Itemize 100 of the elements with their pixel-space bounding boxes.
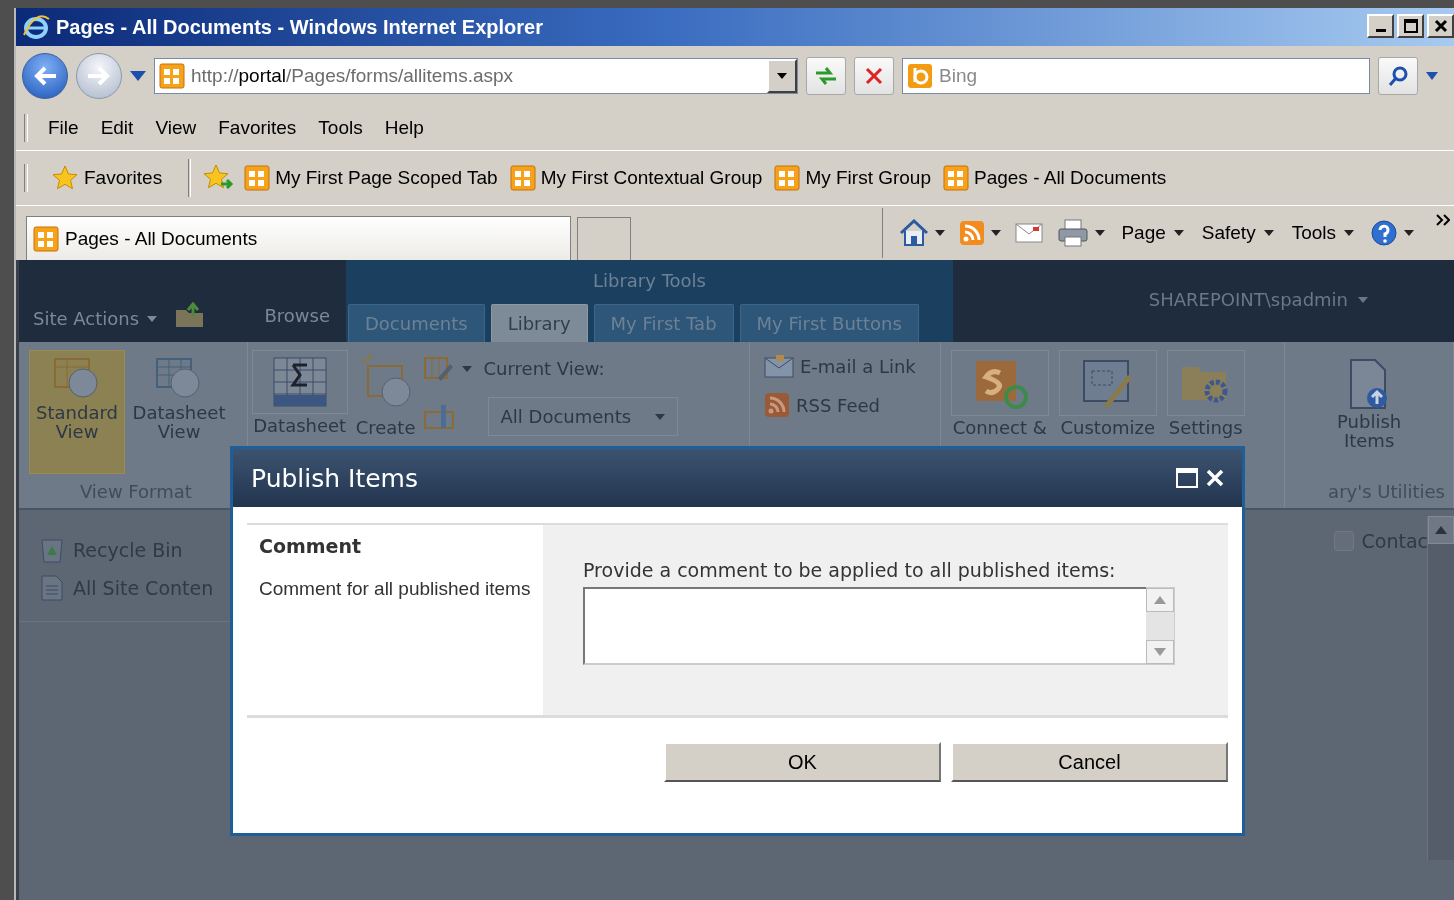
- refresh-icon: [813, 65, 839, 87]
- search-box[interactable]: Bing: [902, 58, 1370, 94]
- arrow-up-icon[interactable]: [1435, 526, 1447, 534]
- window-title: Pages - All Documents - Windows Internet Explorer: [56, 15, 544, 39]
- menu-item[interactable]: Favorites: [208, 113, 307, 143]
- envelope-icon: [763, 354, 794, 378]
- feed-icon: [763, 392, 790, 418]
- search-options-caret-icon[interactable]: [1426, 72, 1438, 80]
- recent-pages-caret-icon[interactable]: [130, 71, 146, 81]
- view-button[interactable]: Datasheet View: [131, 350, 227, 474]
- share-link-button[interactable]: RSS Feed: [759, 388, 936, 422]
- maximize-button[interactable]: [1397, 14, 1424, 38]
- site-actions-menu[interactable]: Site Actions: [27, 307, 164, 330]
- address-dropdown-button[interactable]: [767, 59, 797, 93]
- menu-item[interactable]: View: [145, 113, 207, 143]
- ribbon-tab[interactable]: Browse: [248, 297, 346, 334]
- user-menu[interactable]: SHAREPOINT\spadmin: [1142, 288, 1374, 311]
- table-magnifier-icon: [53, 355, 101, 401]
- caret-icon: [1095, 230, 1106, 236]
- menu-item[interactable]: Help: [374, 113, 434, 143]
- section-title: Comment: [259, 535, 363, 557]
- field-label: Provide a comment to be applied to all published items:: [583, 559, 1117, 581]
- favorite-link[interactable]: My First Contextual Group: [506, 165, 766, 191]
- caret-icon: [147, 315, 158, 322]
- command-menu-button[interactable]: Page: [1117, 220, 1188, 246]
- scrollbar[interactable]: [1427, 516, 1454, 860]
- comment-field[interactable]: [583, 587, 1146, 665]
- arrow-right-icon: [86, 65, 112, 87]
- folder-gear-icon: [1166, 350, 1245, 416]
- page-icon: [509, 165, 536, 191]
- command-menu-button[interactable]: Safety: [1197, 220, 1278, 246]
- feeds-button[interactable]: [957, 218, 1004, 248]
- mail-button[interactable]: [1013, 221, 1046, 245]
- stop-icon: [864, 66, 884, 86]
- library-action-button[interactable]: Customize: [1058, 350, 1157, 508]
- current-view-dropdown[interactable]: All Documents: [487, 397, 679, 436]
- page-icon: [33, 225, 59, 252]
- caret-icon: [1173, 230, 1184, 236]
- menu-item[interactable]: Edit: [90, 113, 144, 143]
- caret-icon: [655, 413, 666, 420]
- documents-icon: [39, 574, 65, 602]
- home-icon: [899, 219, 930, 247]
- search-field[interactable]: Bing: [933, 59, 1353, 93]
- dialog-button[interactable]: Cancel: [951, 742, 1228, 782]
- arrow-up-icon: [1154, 596, 1166, 604]
- ribbon-tab[interactable]: Library: [490, 304, 588, 342]
- close-icon: [1433, 19, 1448, 33]
- star-icon: [52, 165, 78, 191]
- minimize-icon: [1375, 29, 1386, 32]
- library-action-button[interactable]: Settings: [1166, 350, 1245, 508]
- favorites-button[interactable]: Favorites: [42, 158, 173, 198]
- close-button[interactable]: [1427, 14, 1454, 38]
- page-icon: [774, 165, 801, 191]
- contextual-group-label: Library Tools: [592, 269, 707, 291]
- home-button[interactable]: [897, 217, 948, 249]
- scroll-down-button[interactable]: [1146, 640, 1174, 664]
- caret-icon: [935, 230, 946, 236]
- forward-button[interactable]: [76, 53, 122, 99]
- help-button[interactable]: [1368, 217, 1416, 249]
- page-icon: [943, 165, 969, 191]
- maximize-icon: [1176, 468, 1198, 488]
- new-tab-button[interactable]: [577, 217, 631, 260]
- caret-icon: [1404, 230, 1414, 236]
- folder-up-icon[interactable]: [175, 302, 206, 328]
- favorite-link[interactable]: My First Page Scoped Tab: [241, 165, 501, 191]
- dialog-button[interactable]: OK: [664, 742, 941, 782]
- stop-button[interactable]: [854, 57, 894, 95]
- command-menu-button[interactable]: Tools: [1287, 220, 1358, 246]
- help-icon: [1370, 219, 1398, 247]
- favorite-link[interactable]: Pages - All Documents: [940, 165, 1170, 191]
- browser-logo-icon: [22, 13, 50, 41]
- favorite-link[interactable]: My First Group: [771, 165, 934, 191]
- scroll-up-button[interactable]: [1146, 588, 1174, 612]
- print-button[interactable]: [1055, 217, 1108, 249]
- edit-form-icon: [1058, 350, 1157, 416]
- section-description: Comment for all published items: [259, 577, 531, 601]
- page-icon: [159, 63, 185, 89]
- menu-item[interactable]: File: [38, 113, 89, 143]
- browser-tab[interactable]: Pages - All Documents: [26, 216, 571, 260]
- add-favorite-icon[interactable]: [203, 164, 236, 192]
- back-button[interactable]: [22, 53, 68, 99]
- caret-icon: [777, 73, 787, 79]
- caret-icon: [1358, 296, 1368, 303]
- view-button[interactable]: Standard View: [29, 350, 125, 474]
- close-icon: [1206, 469, 1224, 487]
- publish-items-button[interactable]: Publish Items: [1324, 350, 1415, 481]
- search-button[interactable]: [1378, 57, 1418, 95]
- grid-magnifier-icon: [155, 355, 203, 401]
- search-icon: [1387, 65, 1409, 87]
- search-provider-icon: [907, 63, 933, 89]
- minimize-button[interactable]: [1367, 14, 1394, 38]
- caret-icon: [461, 365, 472, 372]
- arrow-left-icon: [32, 65, 58, 87]
- share-link-button[interactable]: E-mail a Link: [759, 350, 936, 382]
- envelope-icon: [1015, 223, 1044, 243]
- chevron-icon[interactable]: [1436, 214, 1450, 226]
- address-field[interactable]: http://portal/Pages/forms/allitems.aspx: [154, 58, 798, 94]
- menu-item[interactable]: Tools: [308, 113, 373, 143]
- refresh-button[interactable]: [806, 57, 846, 95]
- caret-icon: [991, 230, 1002, 236]
